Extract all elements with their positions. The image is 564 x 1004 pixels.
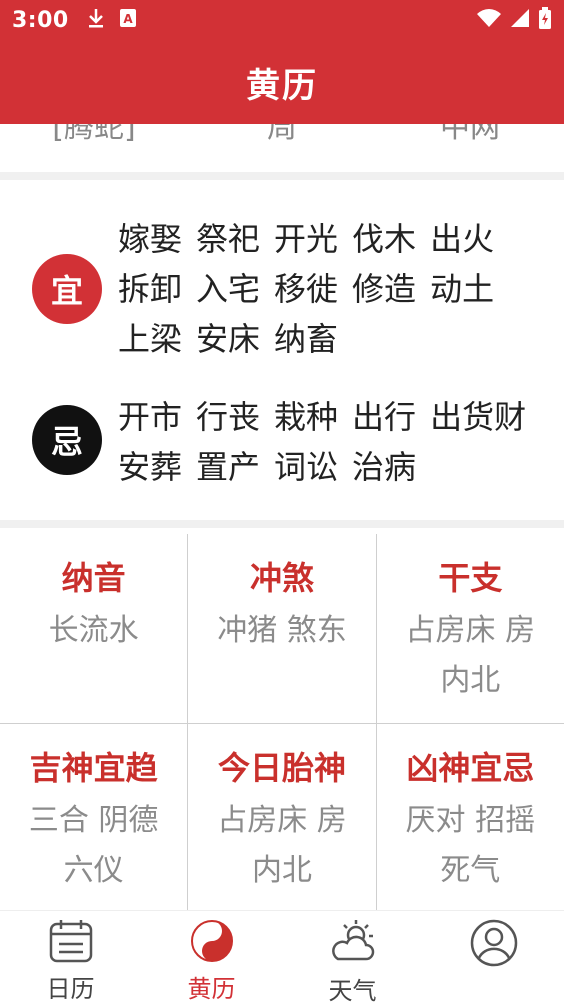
grid-cell-nayin: 纳音 长流水 [0, 534, 189, 723]
ji-term-item: 词讼 [274, 448, 339, 486]
ji-term-item: 出货财 [430, 398, 527, 436]
page-title: 黄历 [246, 65, 318, 106]
grid-cell-ganzhi: 干支 占房床 房内北 [377, 534, 564, 723]
wifi-icon [476, 8, 502, 32]
tab-profile[interactable] [423, 911, 564, 1004]
tab-label: 天气 [328, 977, 377, 1004]
info-grid: 纳音 长流水 冲煞 冲猪 煞东 干支 占房床 房内北 吉神宜趋 三合 阴德 六仪… [0, 534, 564, 910]
ji-section: 忌 开市 行丧 栽种 出行 出货财安葬 置产 词讼 治病 [0, 388, 564, 498]
yin-yang-icon [186, 917, 238, 965]
yi-term-item: 纳畜 [274, 320, 339, 358]
status-time: 3:00 [12, 7, 69, 33]
app-bar: 黄历 [0, 40, 564, 124]
weather-icon [327, 917, 379, 967]
clipped-text: 中网 [440, 124, 500, 145]
cell-value: 厌对 招摇 死气 [405, 803, 536, 888]
tab-label: 黄历 [187, 975, 236, 1003]
cell-value: 冲猪 煞东 [217, 613, 347, 648]
download-icon [87, 7, 105, 33]
calendar-icon [45, 917, 97, 965]
yi-term-item: 安床 [196, 320, 261, 358]
cell-signal-icon [510, 8, 530, 32]
tab-huangli[interactable]: 黄历 [141, 911, 282, 1004]
tab-label: 日历 [46, 975, 95, 1003]
cell-value: 长流水 [48, 613, 139, 648]
clipped-text: [腾蛇] [52, 124, 136, 145]
yi-term-item: 开光 [274, 220, 339, 258]
cell-title: 吉神宜趋 [29, 749, 158, 787]
profile-icon [468, 917, 520, 969]
a-box-icon: A [119, 8, 137, 32]
yi-terms: 嫁娶 祭祀 开光 伐木 出火拆卸 入宅 移徙 修造 动土上梁 安床 纳畜 [118, 214, 548, 364]
battery-icon [538, 7, 552, 33]
cell-value: 占房床 房内北 [217, 803, 347, 888]
grid-row: 吉神宜趋 三合 阴德 六仪 今日胎神 占房床 房内北 凶神宜忌 厌对 招摇 死气 [0, 724, 564, 910]
ji-badge: 忌 [32, 405, 102, 475]
yi-term-item: 拆卸 [118, 270, 183, 308]
yi-section: 宜 嫁娶 祭祀 开光 伐木 出火拆卸 入宅 移徙 修造 动土上梁 安床 纳畜 [0, 210, 564, 370]
yi-term-item: 动土 [430, 270, 495, 308]
grid-row: 纳音 长流水 冲煞 冲猪 煞东 干支 占房床 房内北 [0, 534, 564, 724]
grid-cell-chongsha: 冲煞 冲猪 煞东 [188, 534, 377, 723]
yi-term-item: 修造 [352, 270, 417, 308]
yi-term-item: 祭祀 [196, 220, 261, 258]
tab-calendar[interactable]: 日历 [0, 911, 141, 1004]
cell-value: 三合 阴德 六仪 [28, 803, 159, 888]
yi-term-item: 上梁 [118, 320, 183, 358]
clipped-text: 周 [267, 124, 297, 145]
ji-term-item: 出行 [352, 398, 417, 436]
yi-term-item: 伐木 [352, 220, 417, 258]
cell-title: 凶神宜忌 [406, 749, 535, 787]
tab-weather[interactable]: 天气 [282, 911, 423, 1004]
bottom-tab-bar: 日历 黄历 天气 [0, 910, 564, 1004]
yi-term-item: 移徙 [274, 270, 339, 308]
status-bar: 3:00 A [0, 0, 564, 40]
svg-text:A: A [123, 12, 133, 26]
ji-term-item: 治病 [352, 448, 417, 486]
ji-term-item: 安葬 [118, 448, 183, 486]
ji-terms: 开市 行丧 栽种 出行 出货财安葬 置产 词讼 治病 [118, 392, 548, 492]
cell-title: 冲煞 [249, 559, 314, 597]
grid-cell-jishen: 吉神宜趋 三合 阴德 六仪 [0, 724, 189, 910]
section-divider [0, 172, 564, 180]
yi-term-item: 嫁娶 [118, 220, 183, 258]
ji-term-item: 开市 [118, 398, 183, 436]
grid-cell-taishen: 今日胎神 占房床 房内北 [188, 724, 377, 910]
cell-title: 今日胎神 [217, 749, 346, 787]
ji-term-item: 栽种 [274, 398, 339, 436]
yi-badge: 宜 [32, 254, 102, 324]
ji-term-item: 置产 [196, 448, 261, 486]
grid-cell-xiongshen: 凶神宜忌 厌对 招摇 死气 [377, 724, 564, 910]
content-scroll[interactable]: [腾蛇] 周 中网 宜 嫁娶 祭祀 开光 伐木 出火拆卸 入宅 移徙 修造 动土上梁 安床 纳畜 忌… [0, 124, 564, 910]
yi-term-item: 入宅 [196, 270, 261, 308]
cell-title: 干支 [438, 559, 503, 597]
cell-title: 纳音 [61, 559, 126, 597]
clipped-info-row: [腾蛇] 周 中网 [0, 124, 564, 146]
ji-term-item: 行丧 [196, 398, 261, 436]
cell-value: 占房床 房内北 [405, 613, 536, 698]
section-divider [0, 520, 564, 528]
yi-term-item: 出火 [430, 220, 495, 258]
